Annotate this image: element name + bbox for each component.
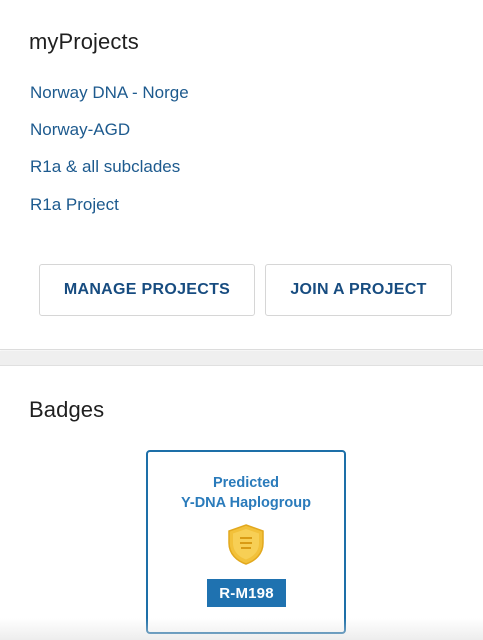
manage-projects-button[interactable]: MANAGE PROJECTS <box>39 264 255 316</box>
project-link-norway-dna[interactable]: Norway DNA - Norge <box>30 83 189 103</box>
badges-title: Badges <box>29 397 105 422</box>
my-projects-title: myProjects <box>29 29 139 54</box>
project-link-r1a-subclades[interactable]: R1a & all subclades <box>30 157 180 177</box>
badges-card: Badges Predicted Y-DNA Haplogroup R-M198 <box>0 365 483 640</box>
badge-title-line2: Y-DNA Haplogroup <box>181 495 311 511</box>
haplogroup-badge[interactable]: Predicted Y-DNA Haplogroup R-M198 <box>146 450 346 634</box>
join-project-button[interactable]: JOIN A PROJECT <box>265 264 452 316</box>
badge-title-line1: Predicted <box>212 475 280 491</box>
my-projects-card: myProjects Norway DNA - Norge Norway-AGD… <box>0 0 483 350</box>
bottom-fade <box>0 618 483 640</box>
shield-icon <box>228 524 264 565</box>
project-link-norway-agd[interactable]: Norway-AGD <box>30 120 130 140</box>
project-link-r1a-project[interactable]: R1a Project <box>30 195 119 215</box>
section-divider <box>0 351 483 365</box>
haplogroup-value: R-M198 <box>207 579 286 607</box>
